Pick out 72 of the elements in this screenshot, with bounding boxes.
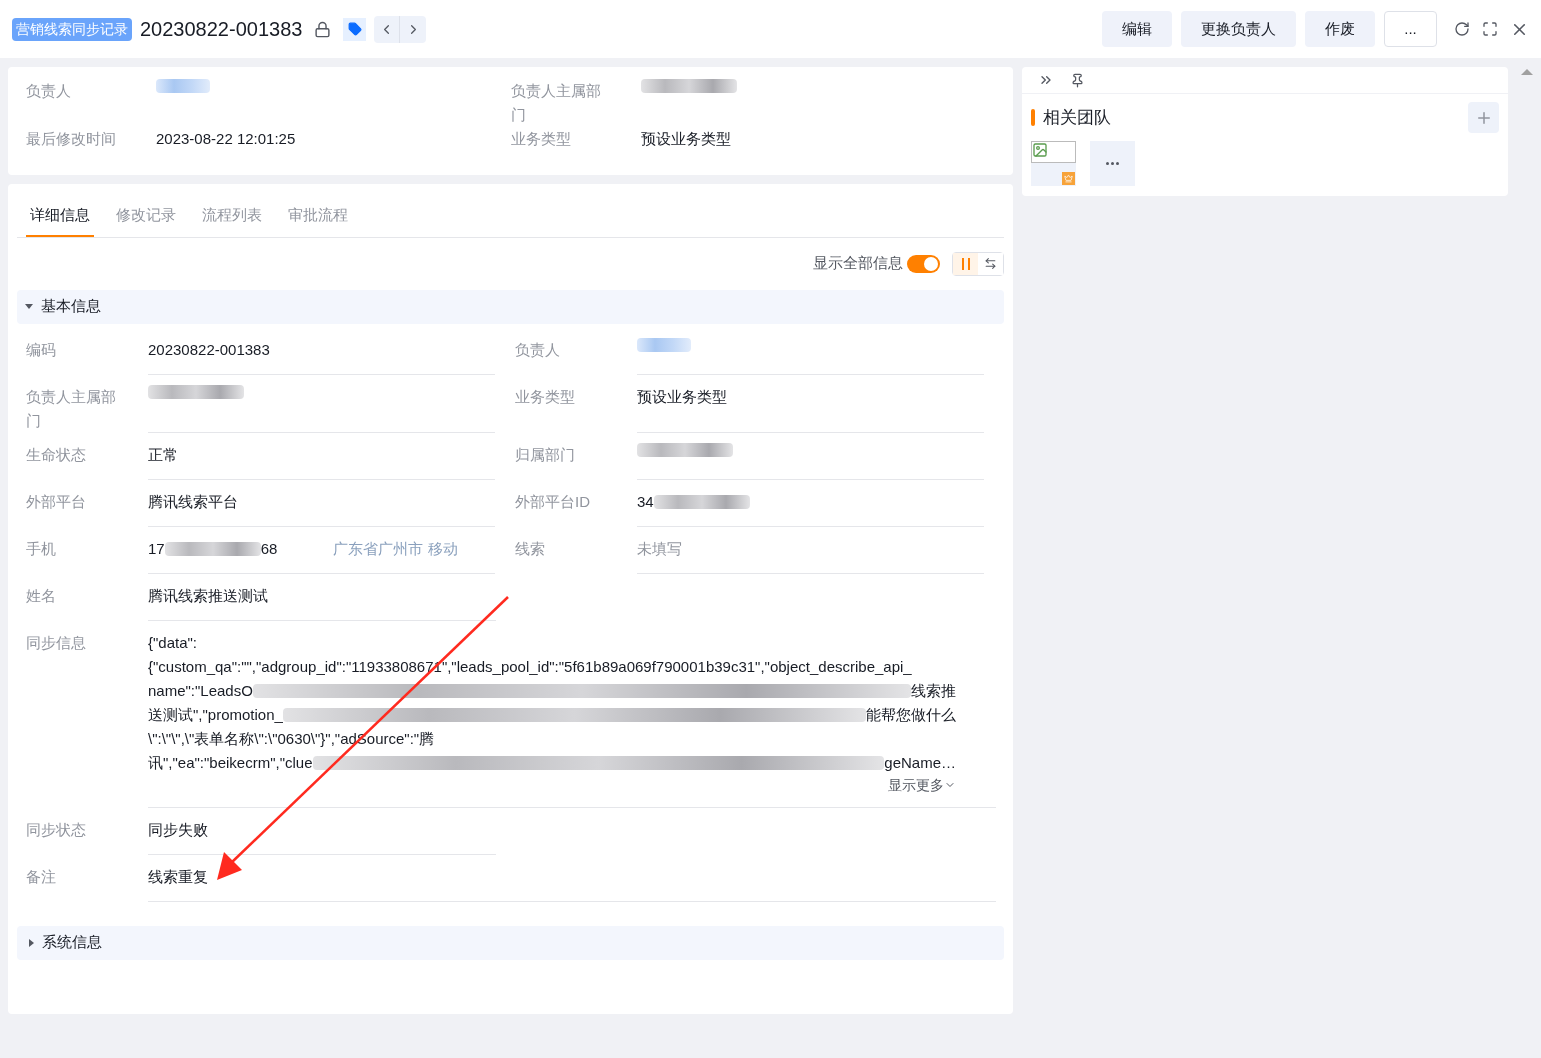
- caret-right-icon: [29, 938, 34, 947]
- record-type-badge: 营销线索同步记录: [12, 17, 132, 41]
- field-label: 负责人主属部门: [510, 81, 602, 125]
- field-label: 同步信息: [26, 632, 87, 653]
- field-value: 预设业务类型: [637, 386, 727, 407]
- location-text: 广东省广州市 移动: [333, 538, 458, 559]
- field-value: 能帮您做什么: [866, 704, 956, 725]
- toolbar-button[interactable]: ...: [1384, 11, 1437, 47]
- field-value: 线索推: [911, 680, 956, 701]
- member-avatar[interactable]: [1031, 141, 1076, 186]
- toolbar-button[interactable]: 作废: [1305, 11, 1375, 47]
- columns-icon: [961, 257, 970, 270]
- section-title: 系统信息: [42, 932, 102, 953]
- field-value: 预设业务类型: [640, 129, 731, 149]
- double-arrow-icon: [984, 257, 997, 270]
- broken-image-icon: [1032, 142, 1048, 158]
- accent-bar: [1031, 109, 1035, 126]
- field-value: 讯","ea":"beikecrm","clue: [148, 752, 313, 773]
- field-label: 姓名: [26, 585, 57, 606]
- field-value: 68: [260, 538, 278, 559]
- field-label: 手机: [26, 538, 57, 559]
- crown-badge-icon: [1062, 172, 1075, 185]
- field-value: 同步失败: [148, 819, 208, 840]
- field-label: 最后修改时间: [26, 129, 117, 149]
- field-label: 线索: [515, 538, 546, 559]
- redacted-block: [156, 79, 210, 93]
- field-value: 线索重复: [148, 866, 208, 887]
- record-title: 20230822-001383: [140, 17, 303, 42]
- section-header[interactable]: 基本信息: [17, 289, 1004, 324]
- field-label: 同步状态: [26, 819, 87, 840]
- fullscreen-icon[interactable]: [1482, 21, 1498, 37]
- redacted-block: [637, 337, 691, 352]
- field-label: 外部平台ID: [515, 491, 591, 512]
- section-title: 基本信息: [41, 296, 101, 317]
- refresh-icon[interactable]: [1454, 21, 1470, 37]
- field-label: 负责人主属部门: [26, 386, 117, 431]
- show-more-link[interactable]: 显示更多: [888, 774, 956, 795]
- show-all-switch[interactable]: [907, 254, 940, 273]
- field-value: geName…: [884, 752, 956, 773]
- toolbar-button[interactable]: 编辑: [1102, 11, 1172, 47]
- field-value: 20230822-001383: [148, 339, 270, 360]
- field-value: 腾讯线索平台: [148, 491, 238, 512]
- field-value: 正常: [148, 444, 178, 465]
- field-value: 未填写: [637, 538, 682, 559]
- scroll-up-icon[interactable]: [1521, 69, 1533, 75]
- toggle-label: 显示全部信息: [813, 253, 903, 274]
- panel-title: 相关团队: [1043, 106, 1111, 129]
- lock-icon[interactable]: [314, 20, 332, 38]
- add-button[interactable]: [1468, 102, 1499, 133]
- field-value: 腾讯线索推送测试: [148, 585, 268, 606]
- field-label: 业务类型: [515, 386, 576, 407]
- pin-icon[interactable]: [1070, 72, 1085, 88]
- field-label: 生命状态: [26, 444, 87, 465]
- field-value: 2023-08-22 12:01:25: [156, 129, 296, 149]
- field-label: 归属部门: [515, 444, 576, 465]
- tag-icon[interactable]: [343, 17, 367, 41]
- caret-down-icon: [25, 304, 33, 309]
- columns-toggle[interactable]: [953, 252, 978, 275]
- field-label: 业务类型: [510, 129, 572, 149]
- field-label: 备注: [26, 866, 57, 887]
- field-value: name":"LeadsO: [148, 680, 253, 701]
- toolbar-button[interactable]: 更换负责人: [1181, 11, 1296, 47]
- field-value: 送测试","promotion_: [148, 704, 283, 725]
- field-value: {"data":: [148, 632, 198, 653]
- field-value: 34: [637, 491, 654, 512]
- field-label: 负责人: [26, 81, 72, 101]
- section-header[interactable]: 系统信息: [17, 925, 1004, 960]
- tab[interactable]: 详细信息: [26, 204, 94, 237]
- field-label: 外部平台: [26, 491, 87, 512]
- field-label: 负责人: [515, 339, 561, 360]
- field-value: 17: [148, 538, 165, 559]
- field-label: 编码: [26, 339, 57, 360]
